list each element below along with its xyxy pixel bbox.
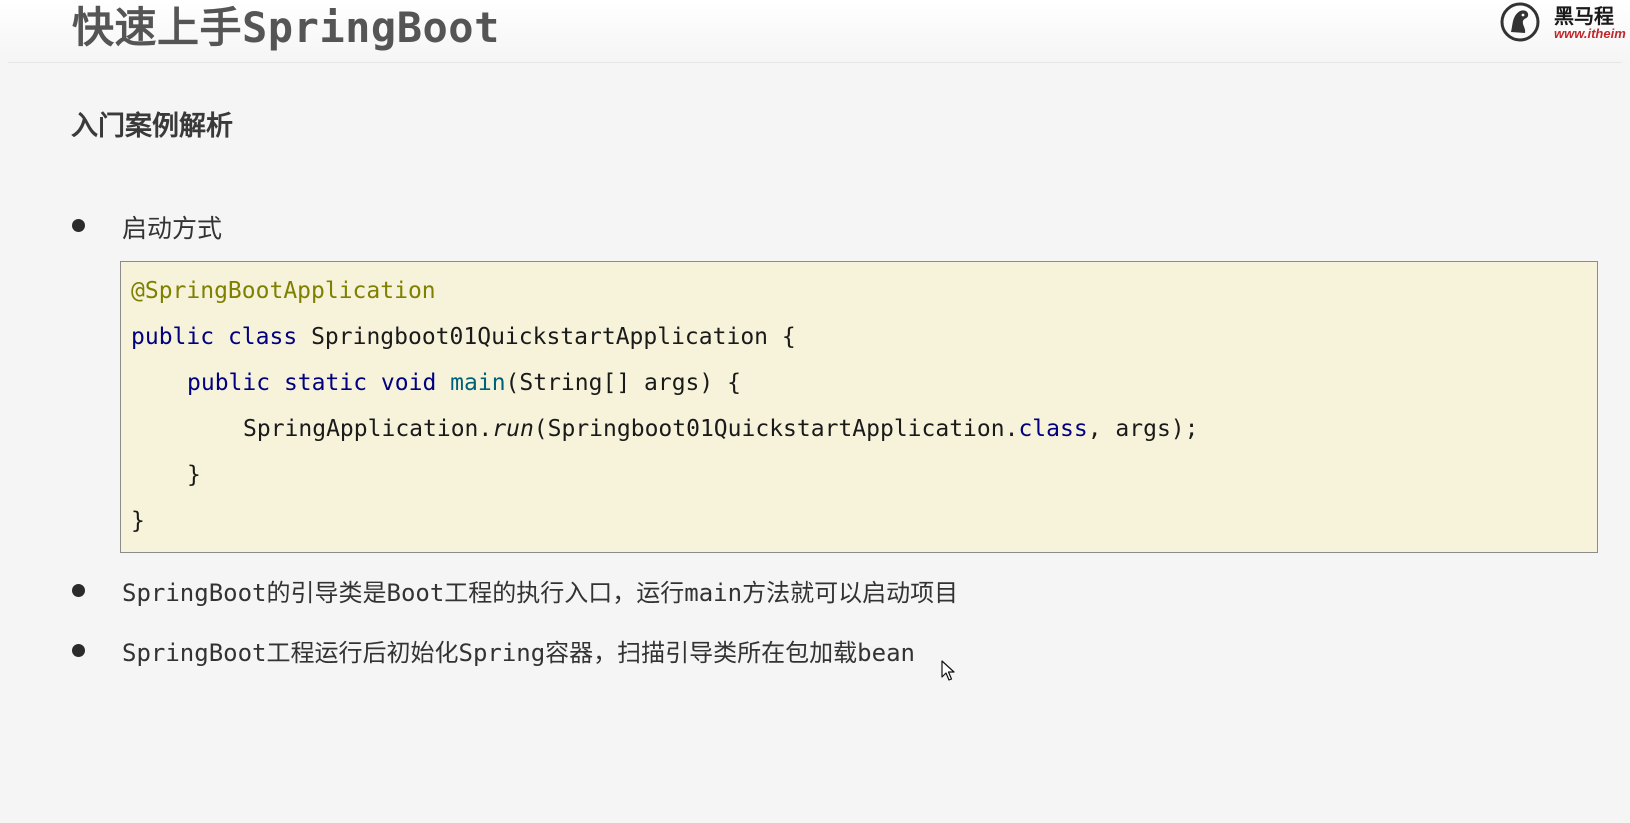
horse-head-logo-icon xyxy=(1500,2,1540,42)
section-heading: 入门案例解析 xyxy=(71,111,233,142)
bullet-dot xyxy=(72,644,85,657)
mouse-pointer-icon xyxy=(941,660,955,681)
code-line-2: public class Springboot01QuickstartAppli… xyxy=(131,324,796,350)
code-keyword: public xyxy=(187,370,271,396)
code-text: SpringApplication. xyxy=(243,416,493,442)
code-annotation: @SpringBootApplication xyxy=(131,278,436,304)
code-line-1: @SpringBootApplication xyxy=(131,278,436,304)
code-keyword: void xyxy=(380,370,437,396)
code-text: (Springboot01QuickstartApplication. xyxy=(533,416,1019,442)
code-keyword: public xyxy=(131,324,215,350)
code-keyword: class xyxy=(1018,416,1088,442)
code-text: } xyxy=(131,508,145,534)
code-text: Springboot01QuickstartApplication { xyxy=(311,324,796,350)
code-text: } xyxy=(187,462,201,488)
code-text: , args); xyxy=(1087,416,1199,442)
code-method-name: main xyxy=(450,370,506,396)
code-block: @SpringBootApplication public class Spri… xyxy=(120,261,1598,553)
header-divider xyxy=(8,62,1622,63)
bullet-dot xyxy=(72,584,85,597)
bullet-spring-container: SpringBoot工程运行后初始化Spring容器，扫描引导类所在包加载bea… xyxy=(122,639,915,667)
bullet-bootstrap-class: SpringBoot的引导类是Boot工程的执行入口，运行main方法就可以启动… xyxy=(122,579,959,607)
code-line-3: public static void main(String[] args) { xyxy=(187,370,741,396)
bullet-dot xyxy=(72,219,85,232)
code-line-6: } xyxy=(131,508,145,534)
logo-brand-url: www.itheim xyxy=(1554,26,1626,41)
code-method-call: run xyxy=(492,416,534,442)
code-keyword: class xyxy=(227,324,298,350)
code-line-5: } xyxy=(187,462,201,488)
code-keyword: static xyxy=(283,370,368,396)
bullet-startup-method: 启动方式 xyxy=(122,214,223,243)
logo-brand-name: 黑马程 xyxy=(1554,4,1614,28)
code-line-4: SpringApplication.run(Springboot01Quicks… xyxy=(243,416,1198,442)
brand-logo: 黑马程 www.itheim xyxy=(1496,0,1630,46)
code-text: (String[] args) { xyxy=(505,370,741,396)
page-title: 快速上手SpringBoot xyxy=(72,3,500,52)
